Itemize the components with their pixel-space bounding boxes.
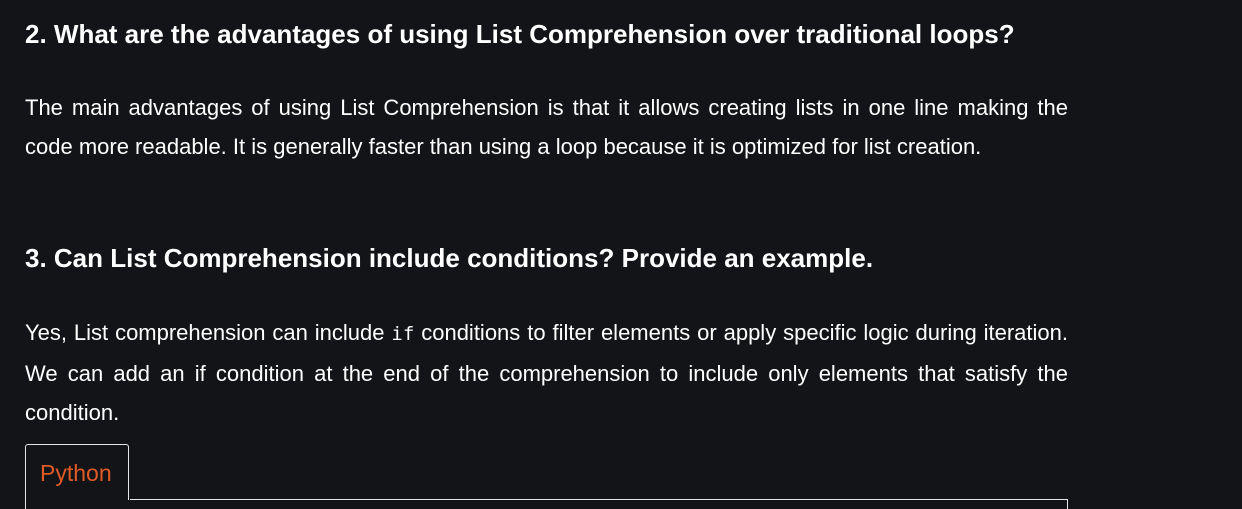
code-panel	[25, 500, 1068, 509]
code-block: Python	[25, 444, 1068, 509]
question-3-answer: Yes, List comprehension can include if c…	[25, 313, 1068, 432]
tab-python-label: Python	[40, 460, 112, 486]
inline-code-if: if	[391, 323, 415, 345]
question-2-heading: 2. What are the advantages of using List…	[25, 19, 1015, 49]
answer-text-start: Yes, List comprehension can include	[25, 320, 392, 345]
tab-python[interactable]: Python	[25, 444, 129, 500]
question-3-heading: 3. Can List Comprehension include condit…	[25, 243, 874, 273]
question-2-answer: The main advantages of using List Compre…	[25, 95, 1068, 159]
